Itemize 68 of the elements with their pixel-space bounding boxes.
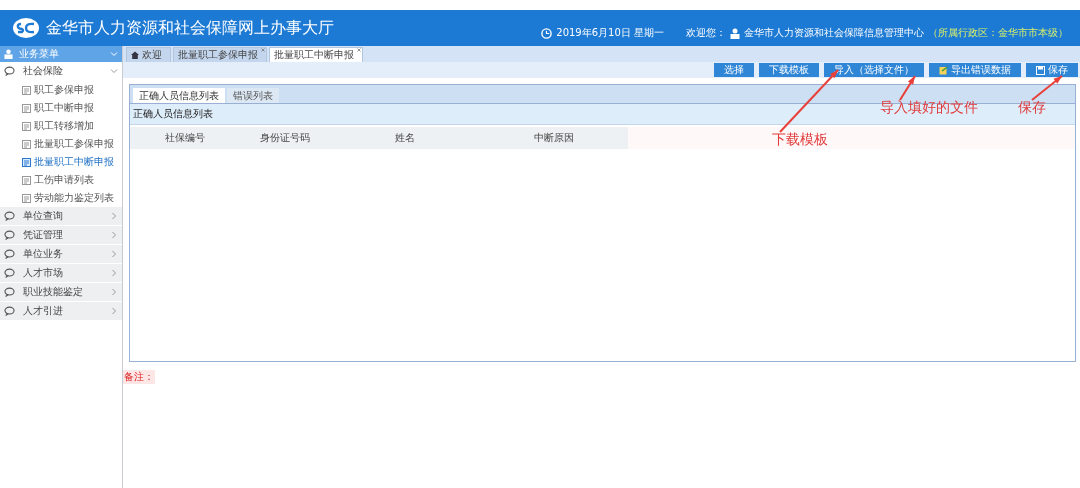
chevron-right-icon [110,231,118,239]
form-icon [22,193,31,203]
form-icon [22,121,31,131]
speech-bubble-icon [4,268,15,278]
close-icon[interactable] [357,48,361,52]
user-icon [730,27,740,39]
menu-group[interactable]: 人才市场 [0,264,122,283]
welcome-text: 欢迎您： [686,26,726,40]
menu-item[interactable]: 职工转移增加 [0,117,122,135]
list-tab[interactable]: 正确人员信息列表 [133,88,225,103]
annotation-arrow [1031,75,1063,101]
chevron-right-icon [110,250,118,258]
menu-item[interactable]: 批量职工参保申报 [0,135,122,153]
menu-group[interactable]: 人才引进 [0,302,122,321]
menu-title: 业务菜单 [19,47,60,61]
user-name: 金华市人力资源和社会保障信息管理中心 [744,26,924,40]
toolbar-button[interactable]: 下载模板 [759,63,819,77]
form-icon [22,103,31,113]
column-header: 中断原因 [480,127,628,149]
tab[interactable]: 欢迎 [126,47,171,62]
speech-bubble-icon [4,249,15,259]
speech-bubble-icon [4,230,15,240]
menu-item[interactable]: 劳动能力鉴定列表 [0,189,122,207]
chevron-down-icon [110,67,118,75]
menu-item[interactable]: 工伤申请列表 [0,171,122,189]
form-icon [22,85,31,95]
remark-label: 备注： [123,370,155,384]
tab[interactable]: 批量职工参保申报 [173,47,267,62]
chevron-right-icon [110,288,118,296]
date-text: 2019年6月10日 星期一 [556,26,664,40]
site-title: 金华市人力资源和社会保障网上办事大厅 [46,17,334,39]
menu-item[interactable]: 职工参保申报 [0,81,122,99]
menu-group[interactable]: 单位查询 [0,207,122,226]
chevron-down-icon [110,50,118,58]
chevron-right-icon [110,307,118,315]
menu-group[interactable]: 单位业务 [0,245,122,264]
clock-icon [541,27,553,39]
export-icon [939,65,948,75]
tab[interactable]: 批量职工中断申报 [269,47,363,62]
chevron-right-icon [110,269,118,277]
list-tab[interactable]: 错误列表 [227,88,279,103]
speech-bubble-icon [4,306,15,316]
form-icon [22,175,31,185]
home-icon [131,51,139,59]
toolbar-button[interactable]: 保存 [1026,63,1078,77]
menu-group[interactable]: 凭证管理 [0,226,122,245]
toolbar-button[interactable]: 选择 [714,63,754,77]
speech-bubble-icon [4,287,15,297]
close-icon[interactable] [261,48,265,52]
annotation-text: 导入填好的文件 [880,99,978,117]
user-icon [4,49,13,59]
region-text: （所属行政区：金华市市本级） [928,26,1068,40]
toolbar-button[interactable]: 导出错误数据 [929,63,1021,77]
column-header: 社保编号 [130,127,240,149]
menu-item[interactable]: 职工中断申报 [0,99,122,117]
form-icon [22,157,31,167]
speech-bubble-icon [4,66,15,76]
speech-bubble-icon [4,211,15,221]
column-header: 身份证号码 [240,127,330,149]
logo-icon [12,17,40,39]
annotation-text: 下载模板 [772,131,828,149]
menu-group[interactable]: 职业技能鉴定 [0,283,122,302]
chevron-right-icon [110,212,118,220]
annotation-text: 保存 [1018,99,1046,117]
annotation-arrow [899,75,916,101]
column-header: 姓名 [330,127,480,149]
form-icon [22,139,31,149]
menu-item[interactable]: 批量职工中断申报 [0,153,122,171]
